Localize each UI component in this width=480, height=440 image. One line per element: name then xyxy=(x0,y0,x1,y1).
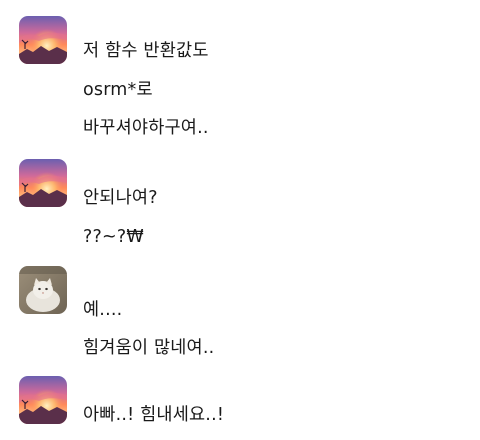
cat-avatar-icon[interactable] xyxy=(19,266,67,314)
message-text: 바꾸셔야하구여.. xyxy=(83,118,209,138)
message-group: 저 함수 반환값도 osrm*로 바꾸셔야하구여.. xyxy=(19,16,459,138)
sunset-avatar-icon[interactable] xyxy=(19,376,67,424)
message-group: 아빠..! 힘내세요..! xyxy=(19,376,459,436)
message-text: 저 함수 반환값도 xyxy=(83,41,209,61)
message-text: 아빠..! 힘내세요..! xyxy=(83,405,225,425)
message-group: 예.... 힘겨움이 많네여.. xyxy=(19,266,459,362)
message-group: 안되나여? ??~?₩ xyxy=(19,159,459,249)
sunset-avatar-icon[interactable] xyxy=(19,159,67,207)
message-text: ??~?₩ xyxy=(83,227,144,247)
message-text: 힘겨움이 많네여.. xyxy=(83,338,215,358)
message-text: 예.... xyxy=(83,300,123,320)
sunset-avatar-icon[interactable] xyxy=(19,16,67,64)
message-text: 안되나여? xyxy=(83,188,158,208)
message-text: osrm*로 xyxy=(83,80,153,100)
